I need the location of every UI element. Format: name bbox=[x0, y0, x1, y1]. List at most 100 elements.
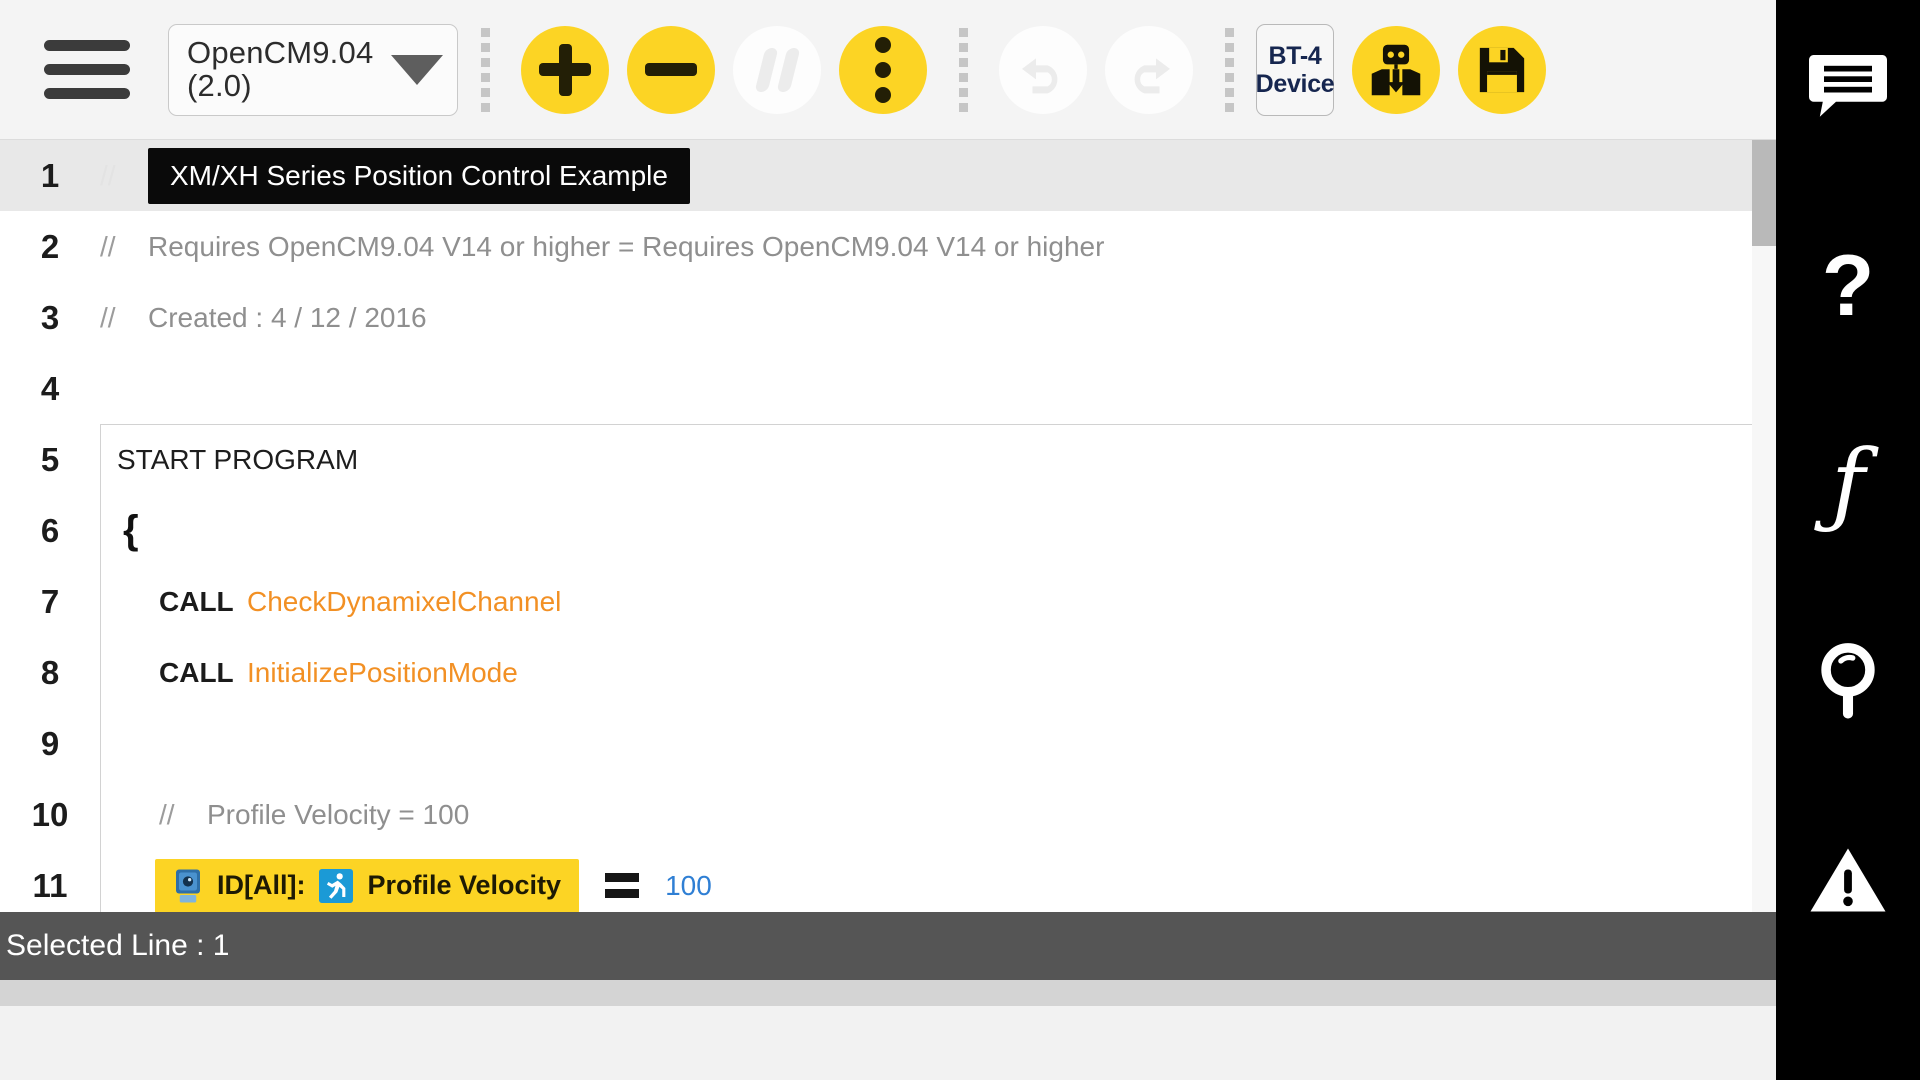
code-line-content: CALL CheckDynamixelChannel bbox=[100, 566, 1776, 637]
code-line-11[interactable]: 11 ID[All]: Profile Velocity 100 bbox=[0, 850, 1776, 912]
toolbar: OpenCM9.04 (2.0) BT-4 Device bbox=[0, 0, 1776, 140]
chevron-down-icon bbox=[391, 54, 443, 85]
call-keyword: CALL bbox=[159, 656, 234, 688]
line-number: 8 bbox=[40, 653, 60, 691]
app-root: OpenCM9.04 (2.0) BT-4 Device 1 // XM/XH … bbox=[0, 0, 1920, 1080]
redo-arrow-icon bbox=[1134, 57, 1170, 93]
floppy-disk-save-icon bbox=[1479, 47, 1525, 92]
line-number: 5 bbox=[40, 440, 60, 478]
code-line-8[interactable]: 8 CALL InitializePositionMode bbox=[0, 637, 1776, 708]
plus-icon bbox=[558, 43, 572, 96]
right-sidebar: ? ƒ bbox=[1776, 0, 1920, 1080]
start-program-keyword: START PROGRAM bbox=[117, 444, 359, 475]
equals-operator bbox=[605, 873, 640, 898]
code-line-4[interactable]: 4 bbox=[0, 353, 1776, 424]
save-button[interactable] bbox=[1458, 25, 1546, 114]
dynamixel-servo-icon bbox=[176, 869, 200, 902]
program-block-start: START PROGRAM bbox=[100, 424, 1776, 495]
device-name: OpenCM9.04 bbox=[187, 34, 374, 70]
dynamixel-write-statement[interactable]: ID[All]: Profile Velocity bbox=[155, 858, 580, 912]
comment-marker: // bbox=[100, 230, 116, 262]
code-line-content: // Requires OpenCM9.04 V14 or higher = R… bbox=[100, 211, 1776, 282]
line-number: 11 bbox=[32, 866, 68, 904]
comment-line-button[interactable] bbox=[733, 25, 821, 114]
code-editor[interactable]: 1 // XM/XH Series Position Control Examp… bbox=[0, 140, 1776, 912]
device-version: (2.0) bbox=[187, 67, 252, 103]
toolbar-divider bbox=[958, 24, 968, 116]
line-number: 3 bbox=[40, 298, 60, 336]
comment-panel-button[interactable] bbox=[1800, 48, 1896, 128]
code-line-content bbox=[100, 708, 1776, 779]
editor-scrollbar[interactable] bbox=[1752, 140, 1776, 912]
bt4-device-label-top: BT-4 bbox=[1268, 41, 1322, 70]
comment-marker: // bbox=[159, 798, 175, 830]
minus-icon bbox=[645, 63, 697, 76]
undo-arrow-icon bbox=[1022, 57, 1058, 93]
search-panel-button[interactable] bbox=[1800, 642, 1896, 722]
code-line-10[interactable]: 10 // Profile Velocity = 100 bbox=[0, 779, 1776, 850]
download-to-robot-button[interactable] bbox=[1352, 25, 1440, 114]
line-number: 4 bbox=[40, 369, 60, 407]
hamburger-bar bbox=[44, 64, 130, 75]
line-number: 10 bbox=[31, 795, 69, 833]
function-name[interactable]: CheckDynamixelChannel bbox=[247, 586, 561, 618]
code-line-content: ID[All]: Profile Velocity 100 bbox=[100, 850, 1776, 912]
status-bar: Selected Line : 1 bbox=[0, 912, 1776, 980]
bt4-device-label-bottom: Device bbox=[1255, 69, 1335, 98]
comment-marker: // bbox=[100, 159, 116, 191]
code-line-1[interactable]: 1 // XM/XH Series Position Control Examp… bbox=[0, 140, 1776, 211]
code-line-content bbox=[100, 353, 1776, 424]
warning-panel-button[interactable] bbox=[1800, 840, 1896, 920]
more-options-button[interactable] bbox=[839, 25, 927, 114]
function-f-icon: ƒ bbox=[1830, 430, 1866, 538]
selected-line-status: Selected Line : 1 bbox=[6, 929, 230, 962]
code-line-3[interactable]: 3 // Created : 4 / 12 / 2016 bbox=[0, 282, 1776, 353]
parameter-value[interactable]: 100 bbox=[665, 870, 712, 902]
editor-scrollbar-thumb[interactable] bbox=[1752, 140, 1776, 246]
hamburger-menu-icon[interactable] bbox=[44, 35, 130, 105]
bt4-device-button[interactable]: BT-4 Device bbox=[1255, 23, 1335, 116]
device-selector[interactable]: OpenCM9.04 (2.0) bbox=[168, 23, 458, 116]
code-line-content: { bbox=[100, 495, 1776, 566]
speech-bubble-icon bbox=[1809, 55, 1887, 117]
device-selector-text: OpenCM9.04 (2.0) bbox=[187, 34, 374, 103]
code-line-6[interactable]: 6 { bbox=[0, 495, 1776, 566]
toolbar-divider bbox=[480, 24, 490, 116]
code-line-content: // Created : 4 / 12 / 2016 bbox=[100, 282, 1776, 353]
comment-text: Created : 4 / 12 / 2016 bbox=[148, 301, 427, 333]
code-line-2[interactable]: 2 // Requires OpenCM9.04 V14 or higher =… bbox=[0, 211, 1776, 282]
horizontal-scrollbar[interactable] bbox=[0, 980, 1776, 1006]
servo-id-label: ID[All]: bbox=[217, 870, 306, 900]
robot-download-icon bbox=[1371, 44, 1421, 95]
main-column: OpenCM9.04 (2.0) BT-4 Device 1 // XM/XH … bbox=[0, 0, 1776, 1080]
comment-marker: // bbox=[100, 301, 116, 333]
undo-button[interactable] bbox=[999, 25, 1087, 114]
call-keyword: CALL bbox=[159, 585, 234, 617]
toolbar-divider bbox=[1224, 24, 1234, 116]
line-number: 2 bbox=[40, 227, 60, 265]
question-mark-icon: ? bbox=[1821, 237, 1875, 334]
magnifier-icon bbox=[1821, 643, 1875, 719]
remove-line-button[interactable] bbox=[627, 25, 715, 114]
line-number: 1 bbox=[40, 156, 60, 194]
kebab-menu-icon bbox=[875, 36, 891, 103]
code-line-content: // Profile Velocity = 100 bbox=[100, 779, 1776, 850]
line-number: 9 bbox=[40, 724, 60, 762]
function-panel-button[interactable]: ƒ bbox=[1800, 430, 1896, 538]
running-person-icon bbox=[319, 868, 354, 903]
code-line-content: CALL InitializePositionMode bbox=[100, 637, 1776, 708]
line-number: 7 bbox=[40, 582, 60, 620]
help-panel-button[interactable]: ? bbox=[1800, 237, 1896, 334]
code-line-7[interactable]: 7 CALL CheckDynamixelChannel bbox=[0, 566, 1776, 637]
redo-button[interactable] bbox=[1105, 25, 1193, 114]
comment-slashes-icon bbox=[754, 47, 800, 92]
function-name[interactable]: InitializePositionMode bbox=[247, 657, 518, 689]
hamburger-bar bbox=[44, 88, 130, 99]
line-number: 6 bbox=[40, 511, 60, 549]
parameter-name: Profile Velocity bbox=[367, 870, 562, 900]
code-line-content: // XM/XH Series Position Control Example bbox=[100, 140, 1776, 211]
code-line-5[interactable]: 5 START PROGRAM bbox=[0, 424, 1776, 495]
add-line-button[interactable] bbox=[521, 25, 609, 114]
code-line-9[interactable]: 9 bbox=[0, 708, 1776, 779]
selected-comment-text[interactable]: XM/XH Series Position Control Example bbox=[148, 147, 690, 204]
